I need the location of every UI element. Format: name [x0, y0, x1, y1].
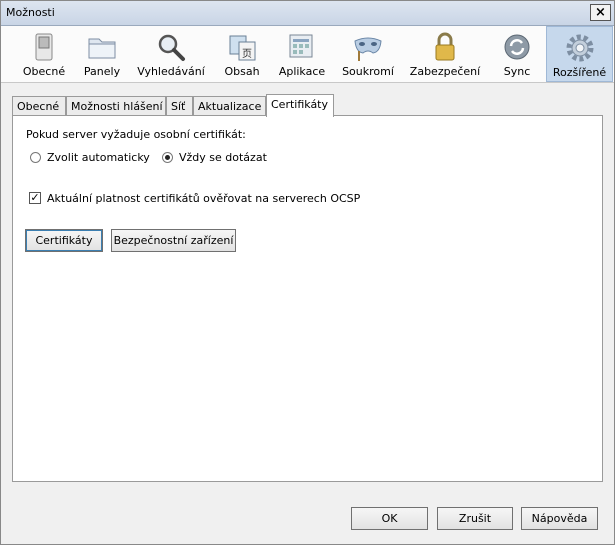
category-privacy[interactable]: Soukromí [337, 26, 399, 82]
category-label: Sync [503, 65, 531, 78]
svg-text:页: 页 [242, 48, 252, 60]
category-label: Soukromí [342, 65, 394, 78]
category-label: Aplikace [278, 65, 326, 78]
tab-general[interactable]: Obecné [12, 96, 66, 116]
category-label: Rozšířené [552, 66, 607, 79]
ocsp-checkbox[interactable]: ✓ [29, 192, 41, 204]
category-label: Obsah [224, 65, 260, 78]
tab-network[interactable]: Síť [166, 96, 193, 116]
general-switch-icon [35, 33, 53, 61]
close-button[interactable]: × [590, 4, 611, 21]
ok-button[interactable]: OK [351, 507, 428, 530]
window-title: Možnosti [6, 6, 55, 19]
tabs-folder-icon [88, 38, 116, 59]
tab-certificates[interactable]: Certifikáty [266, 94, 334, 117]
certificate-prompt-label: Pokud server vyžaduje osobní certifikát: [26, 128, 246, 141]
category-sync[interactable]: Sync [491, 26, 543, 82]
category-label: Vyhledávání [137, 65, 205, 78]
certificates-button[interactable]: Certifikáty [25, 229, 103, 252]
category-applications[interactable]: Aplikace [273, 26, 331, 82]
magnifier-icon [158, 34, 185, 61]
category-advanced[interactable]: Rozšířené [546, 26, 613, 82]
tab-update[interactable]: Aktualizace [193, 96, 266, 116]
title-bar[interactable]: Možnosti × [1, 1, 614, 26]
options-window: Možnosti × Obecné Panely Vyhledávání 页 O… [0, 0, 615, 545]
tab-data-choices[interactable]: Možnosti hlášení [66, 96, 166, 116]
security-devices-button[interactable]: Bezpečnostní zařízení [111, 229, 236, 252]
radio-ask-every-time[interactable] [162, 152, 173, 163]
ocsp-checkbox-label[interactable]: Aktuální platnost certifikátů ověřovat n… [47, 192, 360, 205]
radio-select-automatically-label[interactable]: Zvolit automaticky [47, 151, 150, 164]
padlock-icon [435, 32, 455, 61]
certificates-panel: Pokud server vyžaduje osobní certifikát:… [12, 115, 603, 482]
category-content[interactable]: 页 Obsah [215, 26, 269, 82]
radio-select-automatically[interactable] [30, 152, 41, 163]
privacy-mask-icon [354, 37, 382, 61]
content-icon: 页 [229, 35, 256, 61]
sync-icon [504, 34, 530, 60]
category-general[interactable]: Obecné [15, 26, 73, 82]
applications-icon [289, 34, 313, 58]
category-toolbar: Obecné Panely Vyhledávání 页 Obsah Aplika… [1, 26, 614, 83]
radio-ask-every-time-label[interactable]: Vždy se dotázat [179, 151, 267, 164]
category-label: Obecné [22, 65, 66, 78]
advanced-gear-icon [566, 34, 593, 62]
category-tabs[interactable]: Panely [75, 26, 129, 82]
category-label: Panely [83, 65, 121, 78]
category-security[interactable]: Zabezpečení [406, 26, 484, 82]
category-search[interactable]: Vyhledávání [131, 26, 211, 82]
category-label: Zabezpečení [409, 65, 481, 78]
help-button[interactable]: Nápověda [521, 507, 598, 530]
cancel-button[interactable]: Zrušit [437, 507, 513, 530]
